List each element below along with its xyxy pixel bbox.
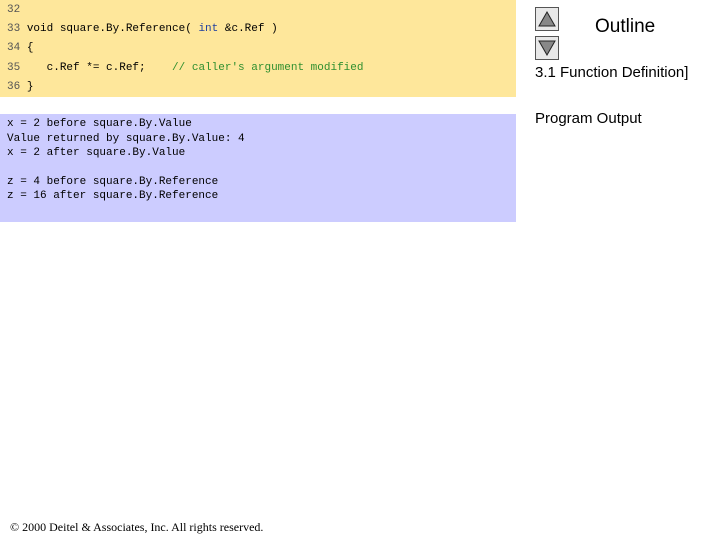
code-line-35: 35 c.Ref *= c.Ref; // caller's argument … bbox=[7, 62, 363, 74]
program-output-panel: x = 2 before square.By.Value Value retur… bbox=[0, 114, 516, 222]
line-number: 36 bbox=[7, 81, 21, 93]
outline-item-program-output[interactable]: Program Output bbox=[535, 110, 642, 127]
triangle-up-icon bbox=[538, 11, 556, 27]
code-line-32: 32 bbox=[7, 4, 20, 16]
line-number: 35 bbox=[7, 62, 21, 74]
copyright-footer: © 2000 Deitel & Associates, Inc. All rig… bbox=[10, 520, 263, 535]
code-line-33: 33 void square.By.Reference( int &c.Ref … bbox=[7, 23, 278, 35]
output-line: x = 2 before square.By.Value bbox=[7, 118, 192, 130]
copyright-text: 2000 Deitel & Associates, Inc. All right… bbox=[19, 520, 264, 534]
code-text: &c.Ref ) bbox=[218, 23, 278, 35]
next-slide-button[interactable] bbox=[535, 36, 559, 60]
code-text: c.Ref *= c.Ref; bbox=[26, 62, 146, 74]
line-number: 34 bbox=[7, 42, 21, 54]
code-line-36: 36 } bbox=[7, 81, 33, 93]
output-line: z = 4 before square.By.Reference bbox=[7, 176, 219, 188]
code-comment: // caller's argument modified bbox=[172, 62, 364, 74]
triangle-down-icon bbox=[538, 40, 556, 56]
output-line: Value returned by square.By.Value: 4 bbox=[7, 133, 245, 145]
code-text: { bbox=[26, 42, 34, 54]
previous-slide-button[interactable] bbox=[535, 7, 559, 31]
code-panel: 32 33 void square.By.Reference( int &c.R… bbox=[0, 0, 516, 97]
code-keyword: int bbox=[198, 23, 219, 35]
line-number: 33 bbox=[7, 23, 21, 35]
output-line: x = 2 after square.By.Value bbox=[7, 147, 186, 159]
outline-item-function-definition[interactable]: 3.1 Function Definition] bbox=[535, 64, 688, 81]
line-number: 32 bbox=[7, 4, 21, 16]
output-line: z = 16 after square.By.Reference bbox=[7, 190, 219, 202]
code-text: void square.By.Reference( bbox=[26, 23, 199, 35]
code-line-34: 34 { bbox=[7, 42, 33, 54]
copyright-icon: © bbox=[10, 520, 20, 534]
code-text: } bbox=[26, 81, 34, 93]
outline-title: Outline bbox=[595, 16, 656, 37]
